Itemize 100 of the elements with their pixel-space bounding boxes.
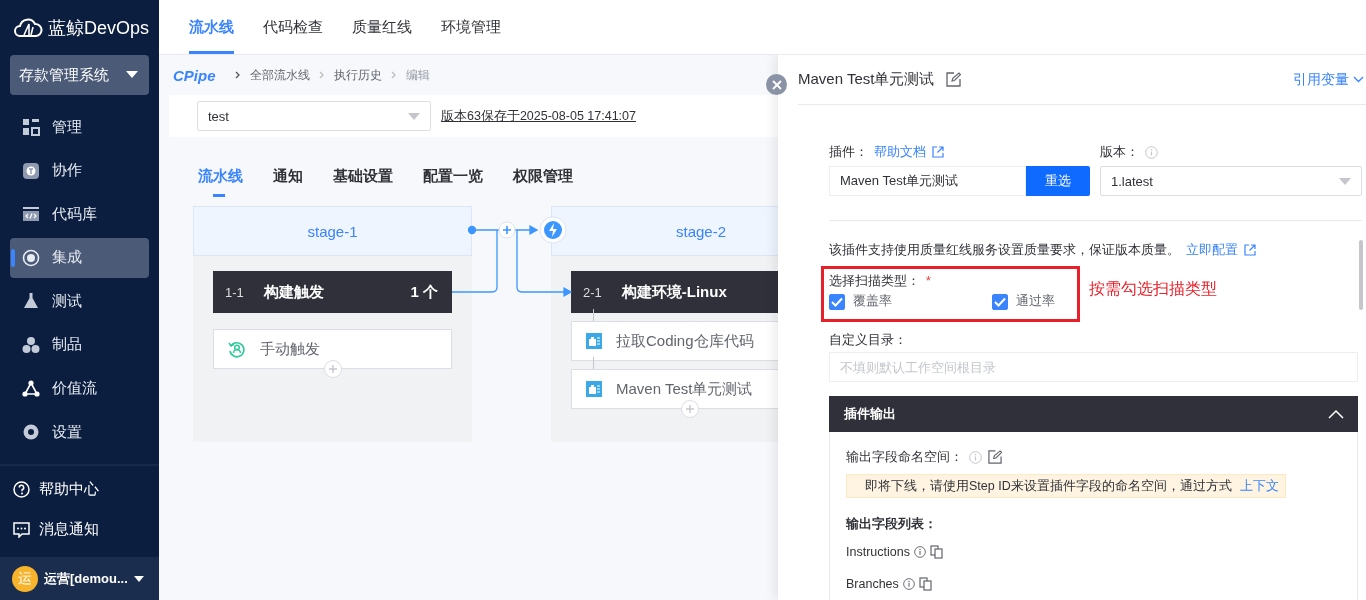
integration-icon	[22, 248, 40, 267]
team-icon	[22, 161, 40, 180]
info-icon	[902, 578, 915, 590]
brand-name: 蓝鲸DevOps	[48, 16, 150, 40]
sidebar-item[interactable]: 价值流	[10, 368, 149, 409]
tab[interactable]: 基础设置	[333, 161, 393, 197]
step-name: 拉取Coding仓库代码	[616, 331, 754, 351]
section-header[interactable]: 插件输出	[829, 396, 1358, 432]
job-name: 构建环境-Linux	[621, 282, 728, 302]
tab[interactable]: 权限管理	[513, 161, 573, 197]
output-field-name: Instructions	[846, 545, 910, 559]
message-icon	[13, 521, 30, 538]
help-icon	[13, 481, 30, 499]
plus-icon	[327, 364, 338, 374]
scrollbar[interactable]	[1359, 240, 1363, 310]
job-header[interactable]: 1-1 构建触发 1 个	[213, 271, 452, 313]
edit-icon[interactable]	[946, 72, 962, 87]
dots-icon	[22, 335, 40, 354]
info-icon	[969, 450, 982, 464]
cloud-logo-icon	[13, 17, 43, 38]
sidebar-item[interactable]: 协作	[10, 150, 149, 191]
caret-icon	[408, 112, 420, 120]
annotation-text: 按需勾选扫描类型	[1089, 279, 1217, 299]
job-name: 构建触发	[263, 282, 325, 302]
gear-icon	[22, 423, 40, 442]
user-avatar: 运	[12, 565, 38, 592]
field-label: 版本：	[1100, 143, 1139, 161]
reselect-button[interactable]: 重选	[1026, 166, 1090, 196]
user-menu[interactable]: 运 运营[demou...	[0, 557, 159, 600]
copy-icon[interactable]	[918, 577, 932, 591]
field-label: 自定义目录：	[829, 331, 907, 349]
plugin-input[interactable]: Maven Test单元测试	[829, 166, 1026, 196]
info-icon	[1145, 145, 1158, 159]
field-label: 插件：	[829, 143, 868, 161]
tab[interactable]: 通知	[273, 161, 303, 197]
chevron-icon	[234, 71, 241, 79]
user-sync-icon	[228, 340, 246, 358]
edit-icon[interactable]	[988, 450, 1002, 464]
external-link-icon	[932, 146, 944, 158]
chevron-icon	[318, 71, 325, 79]
sidebar-item[interactable]: 设置	[10, 412, 149, 453]
version-link[interactable]: 版本63保存于2025-08-05 17:41:07	[441, 107, 636, 125]
help-link[interactable]: 帮助文档	[874, 143, 926, 161]
warning-text: 即将下线，请使用Step ID来设置插件字段的命名空间，通过方式	[865, 477, 1232, 495]
drawer-title: Maven Test单元测试	[798, 70, 935, 89]
job-index: 1-1	[225, 284, 244, 300]
sidebar-link[interactable]: 消息通知	[0, 519, 159, 540]
plus-icon	[685, 404, 695, 414]
nav-tab[interactable]: 代码检查	[263, 0, 323, 54]
required-mark: *	[926, 274, 931, 288]
checkbox[interactable]	[992, 293, 1008, 310]
tab[interactable]: 配置一览	[423, 161, 483, 197]
step-name: 手动触发	[260, 339, 320, 359]
puzzle-icon	[586, 381, 602, 397]
caret-icon	[1339, 177, 1351, 185]
cpipe-logo: CPipe	[173, 66, 216, 84]
info-icon	[913, 546, 926, 558]
pipeline-select[interactable]: test	[197, 101, 431, 131]
sidebar-item[interactable]: 代码库	[10, 194, 149, 235]
field-label: 选择扫描类型：	[829, 272, 920, 290]
configure-link[interactable]: 立即配置	[1186, 241, 1238, 259]
variables-link[interactable]: 引用变量	[1293, 70, 1366, 89]
grid-icon	[22, 118, 40, 136]
code-icon	[22, 205, 40, 224]
job-count: 1 个	[410, 282, 438, 302]
step-name: Maven Test单元测试	[616, 379, 753, 399]
fields-title: 输出字段列表：	[846, 516, 938, 533]
close-icon	[771, 79, 782, 90]
add-stage-button[interactable]	[498, 221, 516, 239]
lightning-icon[interactable]	[539, 216, 567, 244]
sidebar-item[interactable]: 集成	[10, 237, 149, 278]
checkbox-label: 通过率	[1016, 293, 1055, 310]
field-label: 输出字段命名空间：	[846, 448, 963, 466]
nav-tab[interactable]: 环境管理	[441, 0, 501, 54]
breadcrumb-link[interactable]: 全部流水线	[249, 66, 310, 84]
user-name: 运营[demou...	[44, 569, 128, 588]
close-button[interactable]	[766, 74, 787, 95]
checkbox-label: 覆盖率	[853, 293, 892, 310]
copy-icon[interactable]	[929, 545, 943, 559]
chevron-icon	[1353, 76, 1364, 83]
nav-tab[interactable]: 质量红线	[352, 0, 412, 54]
directory-input[interactable]: 不填则默认工作空间根目录	[829, 352, 1358, 382]
nodes-icon	[22, 379, 40, 398]
sidebar-link[interactable]: 帮助中心	[0, 479, 159, 500]
output-field-name: Branches	[846, 577, 899, 591]
flask-icon	[22, 292, 40, 311]
chevron-icon	[390, 71, 397, 79]
caret-icon	[133, 575, 144, 582]
external-link-icon	[1244, 244, 1256, 256]
step-card[interactable]: 手动触发	[213, 329, 452, 369]
caret-icon	[126, 71, 138, 79]
project-selector[interactable]: 存款管理系统	[10, 55, 149, 95]
version-select[interactable]: 1.latest	[1100, 166, 1362, 196]
sidebar-item[interactable]: 测试	[10, 281, 149, 322]
puzzle-icon	[586, 333, 602, 349]
breadcrumb-link[interactable]: 执行历史	[333, 66, 382, 84]
sidebar-item[interactable]: 制品	[10, 324, 149, 365]
job-index: 2-1	[583, 284, 602, 300]
sidebar-item[interactable]: 管理	[10, 107, 149, 147]
checkbox[interactable]	[829, 293, 845, 310]
